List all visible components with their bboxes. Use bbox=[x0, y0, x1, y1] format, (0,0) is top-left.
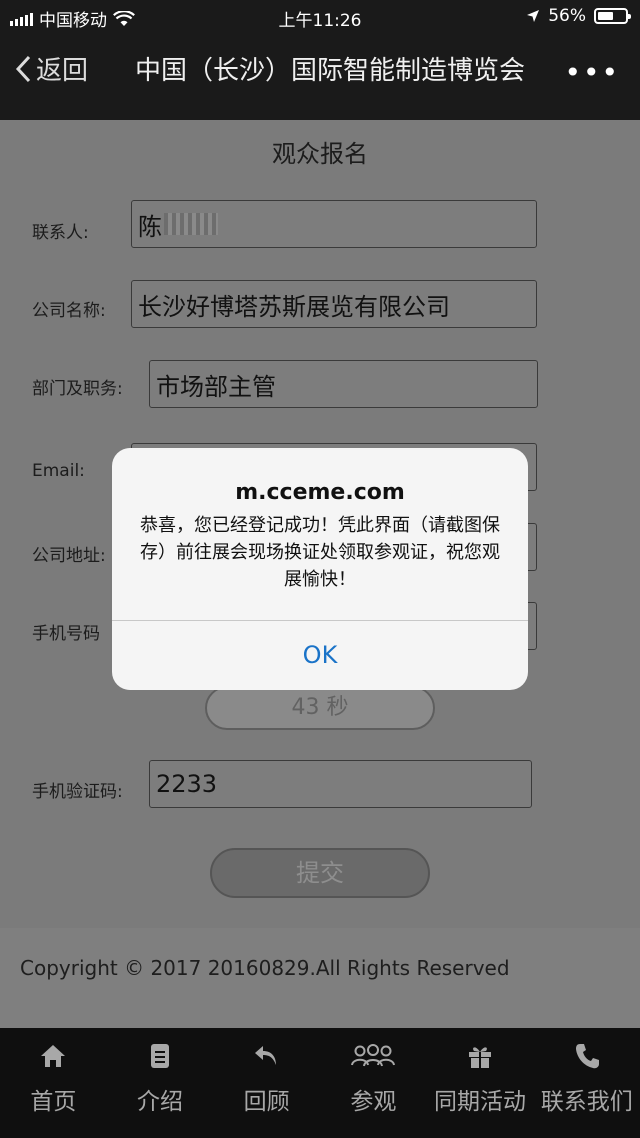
back-label: 返回 bbox=[36, 56, 89, 86]
alert-message: 恭喜，您已经登记成功！凭此界面（请截图保存）前往展会现场换证处领取参观证，祝您观… bbox=[140, 515, 500, 590]
tab-review[interactable]: 回顾 bbox=[213, 1028, 320, 1138]
company-label: 公司名称: bbox=[32, 301, 106, 321]
success-alert-dialog: m.cceme.com 恭喜，您已经登记成功！凭此界面（请截图保存）前往展会现场… bbox=[112, 448, 528, 690]
department-position-input[interactable]: 市场部主管 bbox=[149, 360, 538, 408]
ok-button[interactable]: OK bbox=[112, 621, 528, 690]
gift-icon bbox=[469, 1047, 492, 1068]
home-icon bbox=[41, 1045, 66, 1067]
tab-concurrent-events-label: 同期活动 bbox=[434, 1089, 527, 1115]
verification-code-input[interactable]: 2233 bbox=[149, 760, 532, 808]
more-options-button[interactable]: ••• bbox=[564, 56, 620, 89]
tab-home[interactable]: 首页 bbox=[0, 1028, 107, 1138]
page-title: 中国（长沙）国际智能制造博览会 bbox=[135, 56, 526, 86]
company-name-value: 长沙好博塔苏斯展览有限公司 bbox=[138, 292, 450, 321]
back-button[interactable]: 返回 bbox=[14, 50, 88, 87]
document-icon bbox=[151, 1044, 169, 1068]
tab-introduction[interactable]: 介绍 bbox=[107, 1028, 214, 1138]
contact-label: 联系人: bbox=[32, 223, 89, 243]
chevron-left-icon bbox=[15, 55, 31, 82]
people-icon bbox=[351, 1044, 396, 1067]
copyright-text: Copyright © 2017 20160829.All Rights Res… bbox=[20, 956, 510, 980]
location-arrow-icon bbox=[527, 10, 540, 22]
tab-review-label: 回顾 bbox=[243, 1089, 290, 1115]
reply-icon bbox=[254, 1046, 276, 1065]
redacted-text bbox=[164, 213, 218, 235]
form-title: 观众报名 bbox=[272, 140, 368, 168]
phone-label: 手机号码 bbox=[32, 624, 100, 644]
battery-icon bbox=[594, 8, 631, 24]
verification-code-value: 2233 bbox=[156, 770, 218, 798]
address-label: 公司地址: bbox=[32, 546, 106, 566]
contact-name-input[interactable]: 陈 bbox=[131, 200, 537, 248]
resend-code-timer-button[interactable]: 43 秒 bbox=[205, 686, 435, 730]
alert-title: m.cceme.com bbox=[235, 480, 405, 505]
tab-contact-us-label: 联系我们 bbox=[540, 1089, 633, 1115]
tab-introduction-label: 介绍 bbox=[137, 1089, 183, 1115]
company-name-input[interactable]: 长沙好博塔苏斯展览有限公司 bbox=[131, 280, 537, 328]
phone-icon bbox=[575, 1044, 599, 1069]
verification-code-label: 手机验证码: bbox=[32, 782, 123, 802]
status-bar: 中国移动 上午11:26 56% bbox=[0, 0, 640, 34]
department-label: 部门及职务: bbox=[32, 379, 123, 399]
bottom-tab-bar: 首页 介绍 回顾 参观 同期活动 联系我们 bbox=[0, 1028, 640, 1138]
submit-button[interactable]: 提交 bbox=[210, 848, 430, 898]
tab-home-label: 首页 bbox=[30, 1089, 77, 1115]
tab-concurrent-events[interactable]: 同期活动 bbox=[427, 1028, 534, 1138]
department-position-value: 市场部主管 bbox=[156, 372, 276, 401]
navigation-bar: 返回 中国（长沙）国际智能制造博览会 ••• bbox=[0, 34, 640, 120]
battery-percent: 56% bbox=[548, 6, 586, 26]
tab-contact-us[interactable]: 联系我们 bbox=[533, 1028, 640, 1138]
contact-name-value: 陈 bbox=[138, 212, 162, 241]
tab-visit[interactable]: 参观 bbox=[320, 1028, 427, 1138]
footer: Copyright © 2017 20160829.All Rights Res… bbox=[0, 928, 640, 1028]
tab-visit-label: 参观 bbox=[350, 1089, 397, 1115]
email-label: Email: bbox=[32, 461, 85, 481]
